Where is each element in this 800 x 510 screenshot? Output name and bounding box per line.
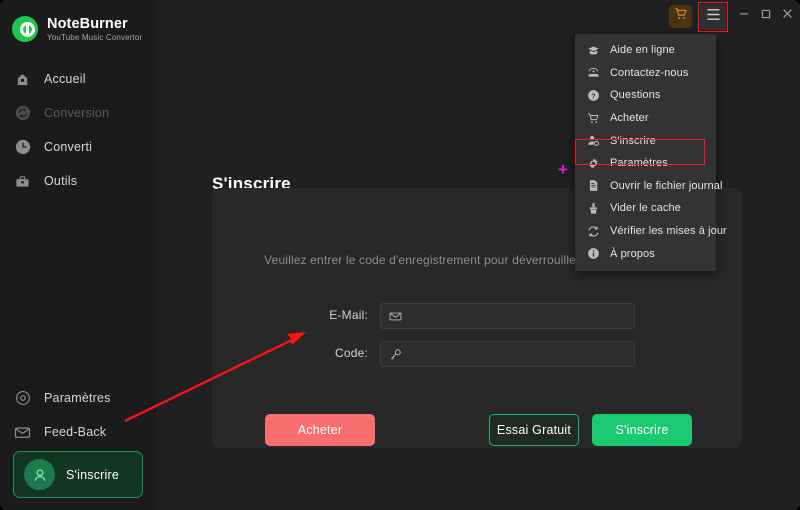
code-input[interactable] [409, 347, 634, 361]
menu-item-label: S'inscrire [610, 134, 656, 147]
titlebar [156, 0, 800, 33]
convert-icon [14, 105, 31, 122]
sidebar-item-parametres[interactable]: Paramètres [0, 381, 156, 415]
sidebar-item-label: Accueil [44, 72, 86, 86]
hamburger-dropdown-menu: Aide en ligne Contactez-nous ? Questions [575, 34, 727, 271]
code-field[interactable] [380, 341, 635, 367]
menu-item-sinscrire[interactable]: S'inscrire [575, 129, 716, 152]
document-icon [586, 179, 600, 193]
menu-item-label: Ouvrir le fichier journal [610, 179, 723, 192]
brand-name: NoteBurner [47, 15, 128, 32]
sidebar-item-converti[interactable]: Converti [0, 130, 156, 164]
key-icon [388, 347, 403, 362]
menu-item-a-propos[interactable]: À propos [575, 242, 716, 265]
sidebar-item-outils[interactable]: Outils [0, 164, 156, 198]
refresh-update-icon [586, 224, 600, 238]
minimize-icon [738, 7, 750, 25]
menu-item-label: À propos [610, 247, 655, 260]
brand-header: NoteBurner YouTube Music Convertor [0, 0, 156, 58]
gear-icon [586, 156, 600, 170]
sidebar-item-label: Conversion [44, 106, 110, 120]
question-circle-icon: ? [586, 88, 600, 102]
maximize-icon [760, 7, 772, 25]
sidebar-item-conversion[interactable]: Conversion [0, 96, 156, 130]
menu-item-label: Aide en ligne [610, 44, 675, 57]
shopping-cart-icon [674, 7, 688, 26]
hamburger-menu-icon [706, 8, 721, 26]
hamburger-menu-button[interactable] [700, 4, 726, 30]
envelope-icon [14, 424, 31, 441]
email-field-row: E-Mail: [212, 303, 742, 329]
sidebar: NoteBurner YouTube Music Convertor Accue… [0, 0, 156, 510]
noteburner-logo-icon [12, 16, 38, 42]
email-field[interactable] [380, 303, 635, 329]
menu-item-parametres[interactable]: Paramètres [575, 152, 716, 175]
menu-item-aide-en-ligne[interactable]: Aide en ligne [575, 39, 716, 62]
brand-subtitle: YouTube Music Convertor [47, 33, 143, 43]
sidebar-item-label: S'inscrire [66, 467, 120, 482]
menu-item-label: Vider le cache [610, 202, 681, 215]
menu-item-questions[interactable]: ? Questions [575, 84, 716, 107]
toolbox-icon [14, 173, 31, 190]
user-avatar-icon [24, 459, 55, 490]
sidebar-item-feedback[interactable]: Feed-Back [0, 415, 156, 449]
envelope-icon [388, 309, 403, 324]
menu-item-vider-le-cache[interactable]: Vider le cache [575, 197, 716, 220]
sidebar-item-label: Converti [44, 140, 93, 154]
email-field-label: E-Mail: [329, 308, 368, 322]
close-button[interactable] [776, 5, 798, 27]
menu-item-ouvrir-fichier-journal[interactable]: Ouvrir le fichier journal [575, 175, 722, 198]
shopping-cart-icon [586, 111, 600, 125]
decorative-plus-icon: + [558, 160, 568, 179]
code-field-label: Code: [334, 346, 368, 360]
telephone-icon [586, 66, 600, 80]
menu-item-acheter[interactable]: Acheter [575, 107, 716, 130]
home-icon [14, 71, 31, 88]
code-field-row: Code: [212, 341, 742, 367]
menu-item-label: Contactez-nous [610, 66, 689, 79]
menu-item-contactez-nous[interactable]: Contactez-nous [575, 62, 716, 85]
info-circle-icon [586, 247, 600, 261]
buy-button[interactable]: Acheter [265, 414, 375, 446]
broom-clean-icon [586, 201, 600, 215]
close-icon [781, 7, 794, 25]
history-clock-icon [14, 139, 31, 156]
minimize-button[interactable] [733, 5, 755, 27]
sidebar-item-accueil[interactable]: Accueil [0, 62, 156, 96]
application-window: NoteBurner YouTube Music Convertor Accue… [0, 0, 800, 510]
user-register-icon [586, 134, 600, 148]
maximize-button[interactable] [755, 5, 777, 27]
menu-item-label: Vérifier les mises à jour [610, 225, 727, 238]
cart-button[interactable] [669, 5, 692, 28]
settings-circle-icon [14, 390, 31, 407]
graduation-cap-icon [586, 43, 600, 57]
menu-item-label: Questions [610, 89, 661, 102]
email-input[interactable] [409, 309, 634, 323]
sidebar-item-label: Paramètres [44, 391, 111, 405]
menu-item-verifier-mises-a-jour[interactable]: Vérifier les mises à jour [575, 220, 727, 243]
sidebar-item-label: Outils [44, 174, 78, 188]
menu-item-label: Acheter [610, 112, 649, 125]
menu-item-label: Paramètres [610, 157, 668, 170]
sidebar-item-signup[interactable]: S'inscrire [13, 451, 143, 498]
free-trial-button[interactable]: Essai Gratuit [489, 414, 579, 446]
signup-button[interactable]: S'inscrire [592, 414, 692, 446]
sidebar-item-label: Feed-Back [44, 425, 107, 439]
svg-text:?: ? [591, 93, 595, 100]
